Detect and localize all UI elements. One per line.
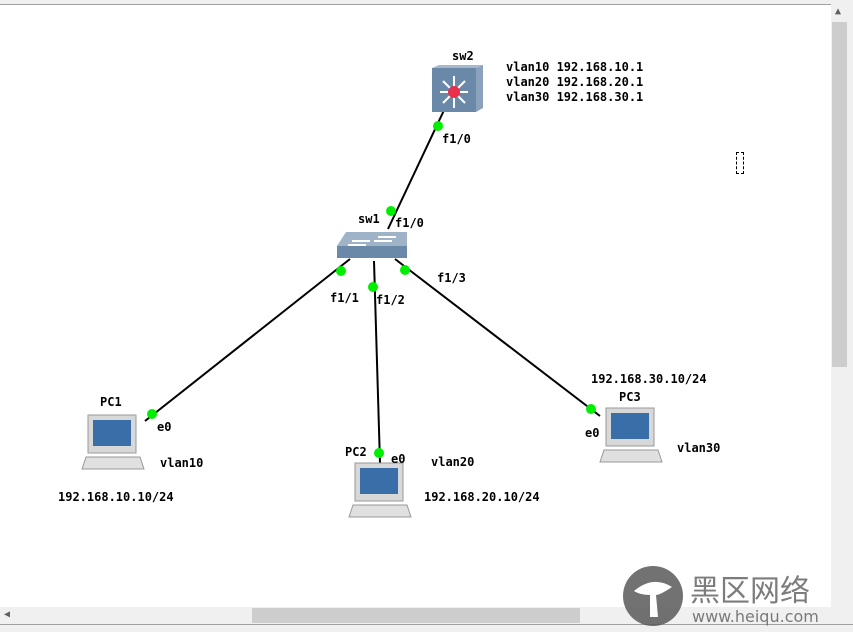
sw1-label: sw1 (358, 212, 380, 226)
pc3-label: PC3 (619, 390, 641, 404)
sw2-config-line: vlan30 192.168.30.1 (506, 90, 644, 104)
pc3-vlan-label: vlan30 (677, 441, 721, 455)
port-dot (433, 121, 443, 131)
sw1-port-label: f1/1 (330, 291, 359, 305)
port-dot (368, 282, 378, 292)
link-sw1-pc3 (394, 258, 601, 417)
pc2-ip-label: 192.168.20.10/24 (424, 490, 540, 504)
scroll-left-icon[interactable]: ◀ (4, 609, 10, 620)
pc2-port-label: e0 (391, 452, 406, 466)
port-dot (374, 448, 384, 458)
link-sw1-pc1 (144, 258, 351, 422)
vertical-scroll-thumb[interactable] (832, 22, 847, 367)
port-dot (586, 404, 596, 414)
pc-icon (81, 414, 145, 470)
sw2-port-label: f1/0 (442, 132, 471, 146)
topology-links (81, 65, 663, 518)
pc1-label: PC1 (100, 395, 122, 409)
pc3-ip-label: 192.168.30.10/24 (591, 372, 707, 386)
sw1-port-label: f1/2 (376, 293, 405, 307)
pc2-label: PC2 (345, 445, 367, 459)
watermark-logo: 黑区网络 www.heiqu.com (623, 566, 819, 626)
port-dot (147, 409, 157, 419)
port-dot (386, 206, 396, 216)
switch-icon (337, 232, 407, 258)
svg-text:www.heiqu.com: www.heiqu.com (692, 607, 819, 626)
horizontal-scroll-thumb[interactable] (252, 608, 580, 623)
multilayer-switch-icon (432, 65, 483, 112)
sw2-config-line: vlan10 192.168.10.1 (506, 60, 644, 74)
port-dot (400, 265, 410, 275)
vertical-scrollbar[interactable]: ▲ (831, 4, 848, 607)
pc3-port-label: e0 (585, 426, 600, 440)
scroll-up-icon[interactable]: ▲ (835, 6, 841, 17)
pc2-vlan-label: vlan20 (431, 455, 475, 469)
pc1-vlan-label: vlan10 (160, 456, 204, 470)
sw2-label: sw2 (452, 49, 474, 63)
sw1-port-label: f1/0 (395, 216, 424, 230)
pc-icon (599, 407, 663, 463)
pc1-port-label: e0 (157, 420, 172, 434)
pc1-ip-label: 192.168.10.10/24 (58, 490, 174, 504)
svg-text:黑区网络: 黑区网络 (690, 574, 810, 609)
pc-icon (348, 462, 412, 518)
port-dot (336, 266, 346, 276)
topology-canvas[interactable]: sw2 vlan10 192.168.10.1 vlan20 192.168.2… (0, 4, 831, 608)
sw2-config-line: vlan20 192.168.20.1 (506, 75, 644, 89)
sw1-port-label: f1/3 (437, 271, 466, 285)
cursor-caret (736, 152, 744, 174)
